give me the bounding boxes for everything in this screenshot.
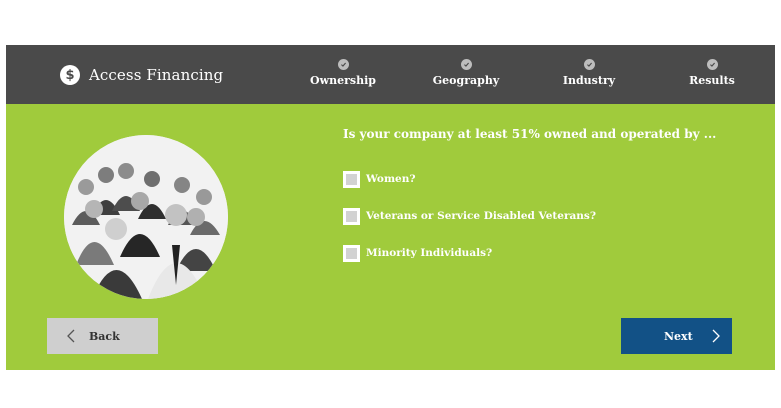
check-icon	[337, 59, 349, 70]
step-label: Results	[689, 74, 735, 87]
option-label: Women?	[366, 173, 416, 185]
check-icon	[583, 59, 595, 70]
checkbox-women[interactable]	[343, 170, 360, 188]
step-ownership[interactable]: Ownership	[298, 59, 388, 87]
dollar-icon: $	[60, 65, 80, 85]
step-industry[interactable]: Industry	[544, 59, 634, 87]
option-label: Veterans or Service Disabled Veterans?	[366, 210, 596, 222]
business-people-photo	[64, 135, 228, 299]
step-label: Ownership	[310, 74, 376, 87]
back-button[interactable]: Back	[47, 318, 158, 354]
option-minority[interactable]: Minority Individuals?	[343, 244, 492, 262]
step-label: Industry	[562, 74, 616, 87]
option-label: Minority Individuals?	[366, 247, 493, 259]
financing-wizard: $ Access Financing Ownership Geography I…	[6, 45, 775, 370]
next-label: Next	[664, 329, 693, 343]
option-veterans[interactable]: Veterans or Service Disabled Veterans?	[343, 207, 596, 225]
step-results[interactable]: Results	[667, 59, 757, 87]
ownership-question: Is your company at least 51% owned and o…	[343, 127, 717, 141]
brand: $ Access Financing	[60, 64, 223, 86]
checkbox-minority[interactable]	[343, 244, 360, 262]
checkbox-veterans[interactable]	[343, 207, 360, 225]
app-title: Access Financing	[89, 66, 224, 84]
chevron-right-icon	[712, 329, 720, 343]
chevron-left-icon	[67, 329, 75, 343]
check-icon	[706, 59, 718, 70]
next-button[interactable]: Next	[621, 318, 732, 354]
step-label: Geography	[432, 74, 500, 87]
check-icon	[460, 59, 472, 70]
option-women[interactable]: Women?	[343, 170, 416, 188]
step-geography[interactable]: Geography	[421, 59, 511, 87]
header-bar: $ Access Financing Ownership Geography I…	[6, 45, 775, 104]
back-label: Back	[89, 329, 120, 343]
